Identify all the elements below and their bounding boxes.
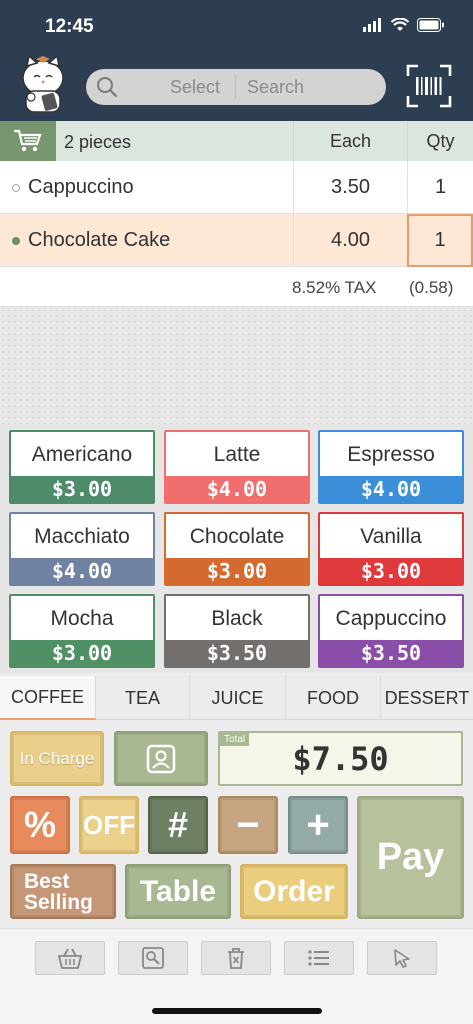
column-header-each: Each	[293, 121, 407, 161]
product-price: $3.00	[166, 558, 308, 584]
pay-button[interactable]: Pay	[357, 796, 464, 919]
pointer-icon	[394, 949, 410, 968]
cart-item-each: 4.00	[293, 214, 407, 267]
list-button[interactable]	[284, 941, 354, 975]
product-price: $3.00	[320, 558, 462, 584]
cart-pieces-count: 2 pieces	[64, 132, 132, 152]
list-icon	[308, 950, 329, 966]
product-name: Mocha	[11, 596, 153, 642]
product-name: Black	[166, 596, 308, 642]
cart-row-selected[interactable]: Chocolate Cake 4.00 1	[0, 214, 473, 267]
search-icon	[97, 77, 118, 98]
wifi-icon	[391, 18, 409, 31]
signal-icon	[363, 18, 381, 32]
product-name: Espresso	[320, 432, 462, 478]
decrease-button[interactable]: −	[218, 796, 278, 854]
search-divider	[235, 75, 236, 99]
tax-value: (0.58)	[409, 278, 454, 297]
product-name: Americano	[11, 432, 153, 478]
pointer-button[interactable]	[367, 941, 437, 975]
cart-button[interactable]	[0, 121, 56, 161]
product-tile[interactable]: Macchiato $4.00	[9, 512, 155, 586]
total-value: $7.50	[292, 739, 389, 778]
contact-card-icon	[146, 744, 176, 773]
app-header: 12:45 Select Search	[0, 0, 473, 121]
product-tile[interactable]: Espresso $4.00	[318, 430, 464, 504]
column-header-qty: Qty	[407, 121, 473, 161]
product-tile[interactable]: Black $3.50	[164, 594, 310, 668]
product-tile[interactable]: Cappuccino $3.50	[318, 594, 464, 668]
product-price: $4.00	[11, 558, 153, 584]
product-tile[interactable]: Chocolate $3.00	[164, 512, 310, 586]
row-status-dot	[12, 237, 20, 245]
tab-dessert[interactable]: DESSERT	[381, 676, 473, 720]
product-grid: Americano $3.00 Latte $4.00 Espresso $4.…	[0, 424, 473, 673]
product-name: Latte	[166, 432, 308, 478]
lucky-cat-logo[interactable]	[17, 56, 69, 114]
status-time: 12:45	[45, 16, 94, 37]
cart-empty-area	[0, 307, 473, 424]
product-name: Macchiato	[11, 514, 153, 560]
customer-button[interactable]	[114, 731, 208, 786]
product-price: $4.00	[166, 476, 308, 502]
product-price: $3.00	[11, 476, 153, 502]
tab-food[interactable]: FOOD	[286, 676, 381, 720]
table-button[interactable]: Table	[125, 864, 231, 919]
basket-button[interactable]	[35, 941, 105, 975]
product-name: Chocolate	[166, 514, 308, 560]
in-charge-button[interactable]: In Charge	[10, 731, 104, 786]
product-name: Vanilla	[320, 514, 462, 560]
percent-discount-button[interactable]: %	[10, 796, 70, 854]
cart-item-name: Chocolate Cake	[28, 229, 171, 251]
trash-icon	[228, 948, 244, 969]
status-icons	[363, 18, 445, 32]
best-selling-line-1: Best	[24, 869, 70, 893]
search-image-icon	[142, 947, 164, 969]
search-input-placeholder[interactable]: Search	[247, 77, 304, 98]
status-bar: 12:45	[0, 0, 473, 52]
basket-icon	[57, 948, 83, 969]
search-select-label[interactable]: Select	[170, 77, 220, 98]
row-status-dot	[12, 184, 20, 192]
search-bar[interactable]: Select Search	[86, 69, 386, 105]
off-discount-button[interactable]: OFF	[79, 796, 139, 854]
product-price: $4.00	[320, 476, 462, 502]
delete-button[interactable]	[201, 941, 271, 975]
increase-button[interactable]: +	[288, 796, 348, 854]
battery-icon	[417, 18, 444, 32]
total-display: Total $7.50	[218, 731, 463, 786]
product-tile[interactable]: Latte $4.00	[164, 430, 310, 504]
category-tabs: COFFEE TEA JUICE FOOD DESSERT	[0, 676, 473, 720]
cart-item-qty[interactable]: 1	[407, 161, 473, 214]
shopping-cart-icon	[14, 129, 42, 152]
home-indicator	[152, 1008, 322, 1014]
product-tile[interactable]: Vanilla $3.00	[318, 512, 464, 586]
cart-item-qty[interactable]: 1	[407, 214, 473, 267]
product-price: $3.50	[320, 640, 462, 666]
product-name: Cappuccino	[320, 596, 462, 642]
best-selling-line-2: Selling	[24, 890, 93, 914]
product-tile[interactable]: Mocha $3.00	[9, 594, 155, 668]
tab-juice[interactable]: JUICE	[190, 676, 286, 720]
tab-tea[interactable]: TEA	[96, 676, 190, 720]
order-button[interactable]: Order	[240, 864, 348, 919]
image-search-button[interactable]	[118, 941, 188, 975]
product-price: $3.00	[11, 640, 153, 666]
product-price: $3.50	[166, 640, 308, 666]
cart-item-each: 3.50	[293, 161, 407, 214]
tab-coffee[interactable]: COFFEE	[0, 676, 96, 720]
quantity-number-button[interactable]: #	[148, 796, 208, 854]
best-selling-label: Best Selling	[24, 871, 93, 913]
cart-header: 2 pieces Each Qty	[0, 121, 473, 161]
tax-row: 8.52% TAX (0.58)	[0, 267, 473, 307]
tax-label: 8.52% TAX	[292, 278, 377, 297]
best-selling-button[interactable]: Best Selling	[10, 864, 116, 919]
barcode-scan-icon[interactable]	[406, 64, 452, 108]
cart-row[interactable]: Cappuccino 3.50 1	[0, 161, 473, 214]
cart-item-name: Cappuccino	[28, 176, 134, 198]
product-tile[interactable]: Americano $3.00	[9, 430, 155, 504]
